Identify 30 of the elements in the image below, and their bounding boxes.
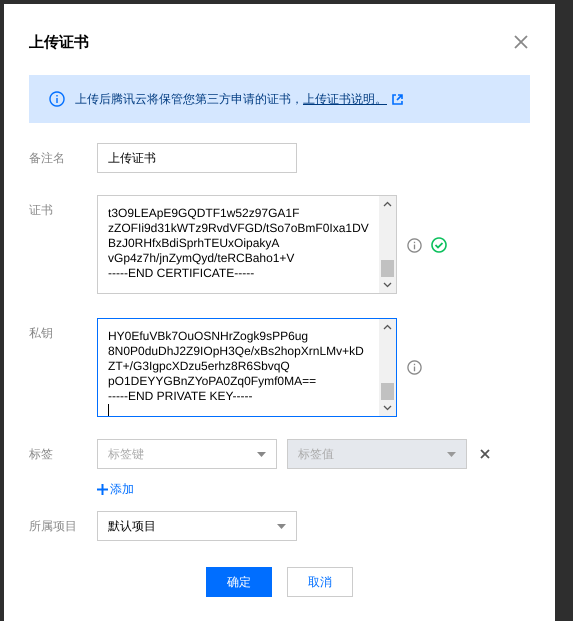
remove-icon[interactable] [480,449,490,459]
scrollbar-thumb[interactable] [381,260,394,277]
instructions-link[interactable]: 上传证书说明。 [303,92,387,106]
certificate-textarea[interactable]: t3O9LEApE9GQDTF1w52z97GA1F zZOFIi9d31kWTz9RvdVFGD/tSo7oBmF0Ixa1DV BzJ0RHfxBdiSprhTEUxOipakyA vGp4z7h/jnZymQyd/teRCBaho1+V -----END CERTIFICATE----- [97,195,397,294]
private-key-textarea[interactable]: HY0EfuVBk7OuOSNHrZogk9sPP6ug 8N0P0duDhJ2Z9IOpH3Qe/xBs2hopXrnLMv+kD ZT+/G3IgpcXDzu5erhz8R6SbvqQ pO1DEYYGBnZYoPA0Zq0Fymf0MA== -----END PRIVATE KEY----- [97,318,397,417]
field-label: 备注名 [29,150,66,167]
project-select[interactable]: 默认项目 [97,511,297,541]
cancel-button[interactable]: 取消 [287,567,353,597]
dropdown-caret-icon [447,452,456,456]
field-label: 证书 [29,202,54,219]
field-label: 私钥 [29,325,54,342]
plus-icon [97,484,108,495]
scrollbar[interactable] [379,319,396,416]
dropdown-caret-icon [257,452,266,456]
info-icon [407,360,422,375]
external-link-icon [392,94,403,104]
info-icon [49,91,65,107]
dialog-title: 上传证书 [29,32,89,52]
text-cursor [108,404,109,416]
remark-input[interactable]: 上传证书 [97,143,297,173]
scrollbar-thumb[interactable] [381,383,394,400]
scrollbar[interactable] [379,196,396,293]
field-label: 所属项目 [29,518,78,535]
confirm-button[interactable]: 确定 [206,567,272,597]
close-button[interactable] [513,34,529,50]
info-icon [407,238,422,252]
notice-text: 上传后腾讯云将保管您第三方申请的证书，上传证书说明。 [75,90,387,108]
dropdown-caret-icon [277,524,286,528]
add-tag-link[interactable]: 添加 [97,481,134,498]
field-label: 标签 [29,446,54,463]
